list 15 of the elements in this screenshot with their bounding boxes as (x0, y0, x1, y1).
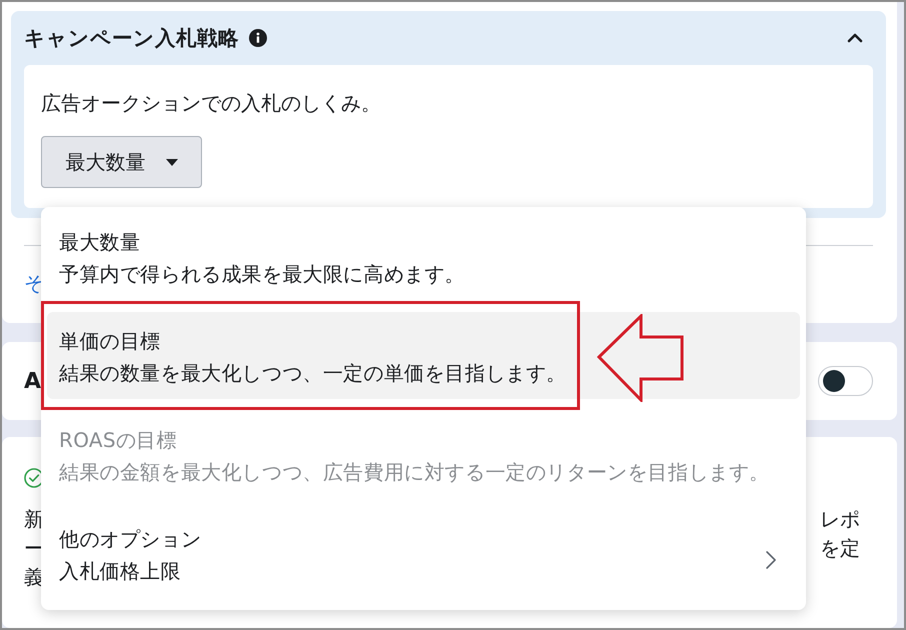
link-text[interactable]: そ (24, 268, 44, 298)
chevron-right-icon (766, 551, 776, 569)
section-title: A (24, 368, 42, 394)
panel-title: キャンペーン入札戦略 (24, 25, 239, 52)
info-icon (249, 29, 267, 47)
menu-item[interactable]: 単価の目標 結果の数量を最大化しつつ、一定の単価を目指します。 (47, 312, 800, 399)
toggle-switch[interactable] (818, 366, 873, 396)
left-arrow-icon (597, 314, 685, 402)
card-text: レポ (820, 506, 860, 533)
card-text: 新 (24, 506, 44, 533)
caret-down-icon (166, 158, 178, 166)
bid-strategy-dropdown[interactable]: 最大数量 (41, 136, 202, 188)
panel-description: 広告オークションでの入札のしくみ。 (41, 90, 381, 117)
card-text: を定 (820, 535, 860, 562)
chevron-up-icon[interactable] (847, 33, 863, 43)
